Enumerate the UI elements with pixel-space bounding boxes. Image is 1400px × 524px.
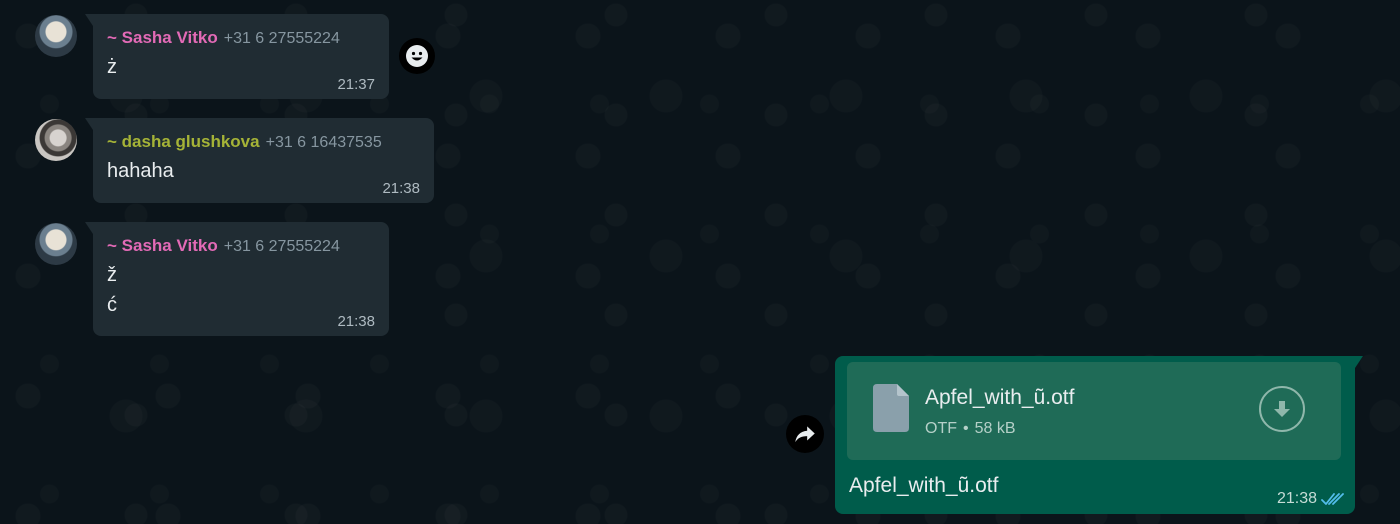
- message-text: ć: [107, 294, 117, 316]
- sender-name[interactable]: ~ Sasha Vitko: [107, 236, 218, 255]
- sender-name[interactable]: ~ Sasha Vitko: [107, 28, 218, 47]
- message-time: 21:38: [1276, 490, 1317, 507]
- sender-line: ~ Sasha Vitko +31 6 27555224: [107, 236, 375, 256]
- sender-line: ~ dasha glushkova +31 6 16437535: [107, 132, 420, 152]
- sender-avatar[interactable]: [35, 119, 77, 161]
- file-size: 58 kB: [974, 420, 1016, 437]
- sender-line: ~ Sasha Vitko +31 6 27555224: [107, 28, 375, 48]
- smiley-icon: [406, 45, 428, 67]
- sender-avatar[interactable]: [35, 15, 77, 57]
- message-time: 21:38: [337, 313, 375, 330]
- download-icon: [1274, 401, 1290, 417]
- sender-avatar[interactable]: [35, 223, 77, 265]
- file-meta: OTF • 58 kB: [925, 420, 1016, 438]
- message-bubble[interactable]: ~ Sasha Vitko +31 6 27555224 ż 21:37: [85, 14, 389, 99]
- sender-phone: +31 6 16437535: [265, 134, 382, 151]
- document-attachment[interactable]: Apfel_with_ũ.otf OTF • 58 kB: [847, 362, 1341, 460]
- forward-button[interactable]: [786, 415, 824, 453]
- sender-name[interactable]: ~ dasha glushkova: [107, 132, 260, 151]
- message-bubble[interactable]: ~ Sasha Vitko +31 6 27555224 ž ć 21:38: [85, 222, 389, 336]
- message-time: 21:38: [382, 180, 420, 197]
- sender-phone: +31 6 27555224: [223, 30, 340, 47]
- meta-separator: •: [963, 420, 969, 437]
- message-text: hahaha: [107, 160, 174, 182]
- message-text: ż: [107, 56, 117, 78]
- message-text: ž: [107, 264, 117, 286]
- message-bubble[interactable]: ~ dasha glushkova +31 6 16437535 hahaha 2…: [85, 118, 434, 203]
- file-name: Apfel_with_ũ.otf: [925, 386, 1075, 409]
- double-check-icon: [1321, 493, 1344, 505]
- document-icon: [873, 384, 909, 432]
- download-button[interactable]: [1259, 386, 1305, 432]
- file-type: OTF: [925, 420, 957, 437]
- outgoing-message-bubble[interactable]: Apfel_with_ũ.otf OTF • 58 kB Apfel_with_ũ.…: [835, 356, 1363, 514]
- message-time: 21:37: [337, 76, 375, 93]
- message-caption: Apfel_with_ũ.otf: [849, 474, 999, 497]
- reaction-button[interactable]: [399, 38, 435, 74]
- forward-icon: [795, 426, 815, 443]
- sender-phone: +31 6 27555224: [223, 238, 340, 255]
